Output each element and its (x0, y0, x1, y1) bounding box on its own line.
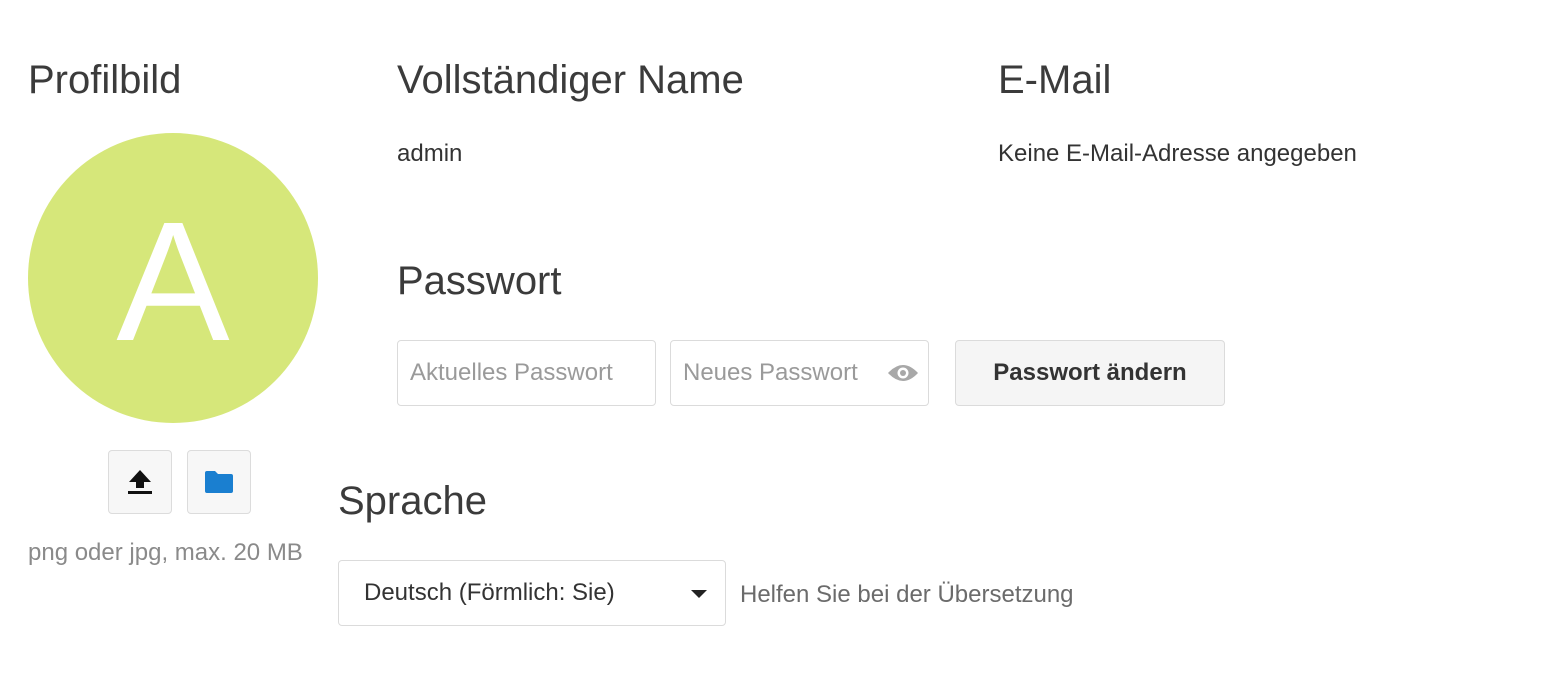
upload-new-picture-button[interactable] (108, 450, 172, 514)
avatar: A (28, 133, 318, 423)
password-heading: Passwort (397, 259, 562, 303)
full-name-value: admin (397, 140, 463, 167)
avatar-file-hint: png oder jpg, max. 20 MB (28, 539, 303, 566)
avatar-letter: A (116, 187, 230, 377)
language-selected-value: Deutsch (Förmlich: Sie) (364, 579, 615, 606)
chevron-down-icon (691, 590, 707, 598)
help-translate-link[interactable]: Helfen Sie bei der Übersetzung (740, 581, 1074, 609)
change-password-button[interactable]: Passwort ändern (955, 340, 1225, 406)
email-value: Keine E-Mail-Adresse angegeben (998, 140, 1357, 167)
current-password-input[interactable] (397, 340, 656, 406)
upload-icon (128, 470, 152, 494)
language-select[interactable]: Deutsch (Förmlich: Sie) (338, 560, 726, 626)
show-password-toggle[interactable] (886, 361, 920, 385)
personal-settings-page: Profilbild A png oder jpg, max. 20 MB Vo… (0, 0, 1566, 674)
email-heading: E-Mail (998, 58, 1112, 102)
language-heading: Sprache (338, 479, 487, 523)
select-from-files-button[interactable] (187, 450, 251, 514)
eye-icon (888, 365, 918, 381)
profile-picture-heading: Profilbild (28, 58, 182, 102)
full-name-heading: Vollständiger Name (397, 58, 744, 102)
folder-icon (205, 471, 233, 493)
